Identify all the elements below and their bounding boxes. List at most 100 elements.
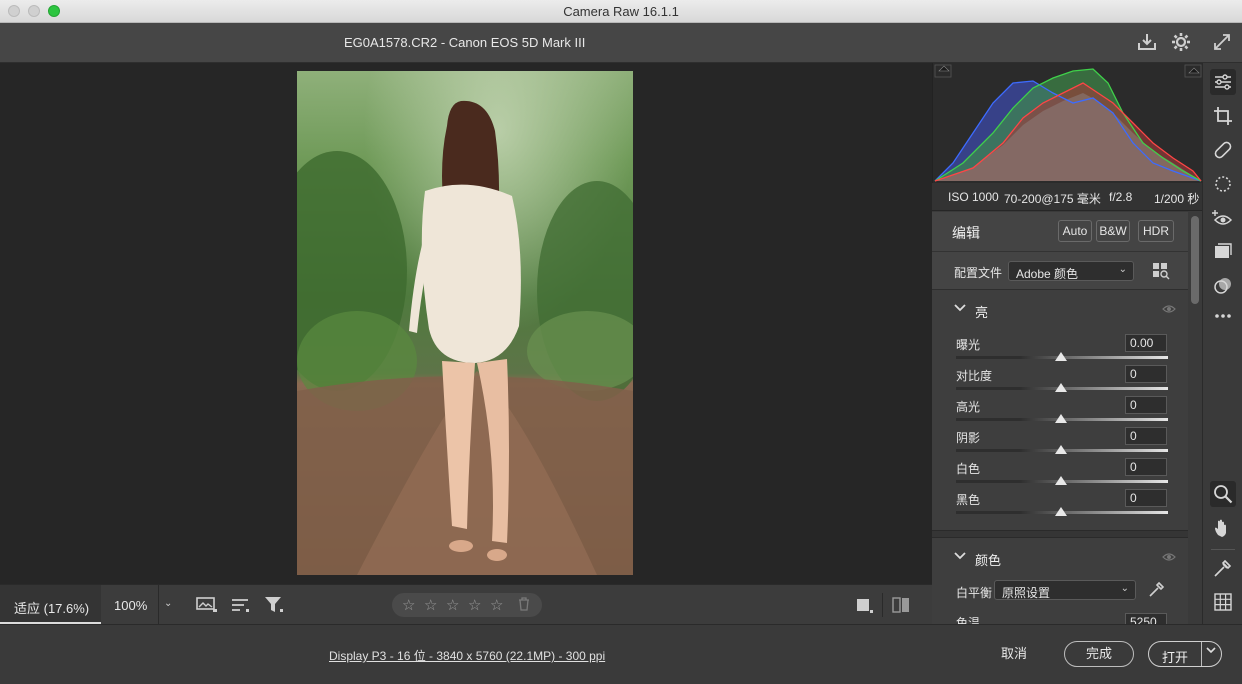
before-after-icon[interactable] xyxy=(892,597,912,616)
window-title: Camera Raw 16.1.1 xyxy=(563,4,679,19)
star-icon[interactable]: ☆ xyxy=(446,596,459,614)
star-icon[interactable]: ☆ xyxy=(402,596,415,614)
zoom-dropdown-button[interactable]: ⌄ xyxy=(158,585,178,624)
profile-row: 配置文件 Adobe 颜色 ⌄ xyxy=(932,252,1188,290)
temperature-label: 色温 xyxy=(956,616,981,624)
grid-overlay-icon[interactable] xyxy=(1210,589,1236,615)
slider-label: 黑色 xyxy=(956,493,981,507)
cancel-button[interactable]: 取消 xyxy=(988,641,1040,667)
sort-icon[interactable] xyxy=(231,597,251,618)
snapshots-icon[interactable] xyxy=(1210,239,1236,265)
toolbar-divider xyxy=(1211,549,1235,550)
open-button[interactable]: 打开 xyxy=(1148,641,1222,667)
zoom-100-button[interactable]: 100% xyxy=(102,585,158,624)
slider-value-input[interactable]: 0 xyxy=(1125,396,1167,414)
slider-thumb[interactable] xyxy=(1055,507,1067,516)
image-canvas[interactable] xyxy=(0,63,932,584)
bw-button[interactable]: B&W xyxy=(1096,220,1130,242)
slider-label: 白色 xyxy=(956,462,981,476)
crop-icon[interactable] xyxy=(1210,103,1236,129)
white-balance-select[interactable]: 原照设置 ⌄ xyxy=(994,580,1136,600)
star-icon[interactable]: ☆ xyxy=(424,596,437,614)
masking-icon[interactable] xyxy=(1210,171,1236,197)
profile-label: 配置文件 xyxy=(954,266,1003,280)
footer-bar: Display P3 - 16 位 - 3840 x 5760 (22.1MP)… xyxy=(0,624,1242,684)
view-toolbar: 适应 (17.6%) 100% ⌄ ☆ ☆ ☆ ☆ ☆ xyxy=(0,584,932,624)
color-sampler-icon[interactable] xyxy=(1210,555,1236,581)
filter-icon[interactable] xyxy=(264,596,284,617)
histogram[interactable] xyxy=(932,63,1202,183)
hand-tool-icon[interactable] xyxy=(1210,515,1236,541)
slider-label: 高光 xyxy=(956,400,981,414)
star-rating[interactable]: ☆ ☆ ☆ ☆ ☆ xyxy=(392,593,542,617)
toolbar-divider xyxy=(882,593,883,617)
slider-thumb[interactable] xyxy=(1055,352,1067,361)
light-section-title: 亮 xyxy=(975,305,989,320)
healing-bandage-icon[interactable] xyxy=(1210,137,1236,163)
slider-value-input[interactable]: 0.00 xyxy=(1125,334,1167,352)
color-section-title: 颜色 xyxy=(975,553,1002,568)
white-balance-label: 白平衡 xyxy=(956,586,993,600)
profile-select-value: Adobe 颜色 xyxy=(1016,267,1079,281)
chevron-down-icon: ⌄ xyxy=(1120,583,1129,594)
slider-row: 对比度 0 xyxy=(932,365,1188,398)
slider-row: 曝光 0.00 xyxy=(932,334,1188,367)
chevron-down-icon[interactable] xyxy=(1205,645,1217,658)
slider-value-input[interactable]: 0 xyxy=(1125,458,1167,476)
fullscreen-expand-icon[interactable] xyxy=(1211,31,1235,55)
presets-icon[interactable] xyxy=(1210,273,1236,299)
star-icon[interactable]: ☆ xyxy=(468,596,481,614)
slider-thumb[interactable] xyxy=(1055,445,1067,454)
panel-scrollbar-thumb[interactable] xyxy=(1191,216,1199,304)
slider-row: 黑色 0 xyxy=(932,489,1188,522)
slider-thumb[interactable] xyxy=(1055,383,1067,392)
slider-value-input[interactable]: 0 xyxy=(1125,489,1167,507)
slider-value-input[interactable]: 0 xyxy=(1125,365,1167,383)
zoom-100-label: 100% xyxy=(114,598,148,613)
workflow-options-link[interactable]: Display P3 - 16 位 - 3840 x 5760 (22.1MP)… xyxy=(329,647,605,664)
visibility-eye-icon[interactable] xyxy=(1162,551,1176,565)
tools-sidebar xyxy=(1202,63,1242,624)
temperature-value[interactable]: 5250 xyxy=(1125,613,1167,624)
settings-gear-icon[interactable] xyxy=(1170,31,1194,55)
zoom-tool-icon[interactable] xyxy=(1210,481,1236,507)
lens-value: 70-200@175 毫米 xyxy=(1004,192,1101,206)
hdr-button[interactable]: HDR xyxy=(1138,220,1174,242)
zoom-fit-button[interactable]: 适应 (17.6%) xyxy=(0,585,101,624)
more-options-icon[interactable] xyxy=(1210,303,1236,329)
section-divider xyxy=(932,530,1188,538)
filmstrip-icon[interactable] xyxy=(196,596,218,617)
slider-thumb[interactable] xyxy=(1055,476,1067,485)
trash-icon[interactable] xyxy=(518,597,530,614)
slider-value-input[interactable]: 0 xyxy=(1125,427,1167,445)
iso-value: ISO 1000 xyxy=(948,190,999,204)
slider-label: 对比度 xyxy=(956,369,993,383)
eyedropper-icon[interactable] xyxy=(1148,580,1166,601)
star-icon[interactable]: ☆ xyxy=(490,596,503,614)
zoom-fit-label: 适应 (17.6%) xyxy=(14,601,90,616)
done-button[interactable]: 完成 xyxy=(1064,641,1134,667)
chevron-down-icon xyxy=(954,550,966,564)
profile-select[interactable]: Adobe 颜色 ⌄ xyxy=(1008,261,1134,281)
light-section-header[interactable]: 亮 xyxy=(932,292,1188,328)
white-balance-value: 原照设置 xyxy=(1002,586,1051,600)
visibility-eye-icon[interactable] xyxy=(1162,303,1176,317)
shutter-value: 1/200 秒 xyxy=(1154,192,1200,206)
file-name-label: EG0A1578.CR2 - Canon EOS 5D Mark III xyxy=(344,35,586,50)
auto-button[interactable]: Auto xyxy=(1058,220,1092,242)
red-eye-icon[interactable] xyxy=(1210,205,1236,231)
chevron-down-icon: ⌄ xyxy=(1118,264,1127,275)
aperture-value: f/2.8 xyxy=(1109,190,1133,204)
window-titlebar: Camera Raw 16.1.1 xyxy=(0,0,1242,23)
photo-preview xyxy=(297,71,633,575)
chevron-down-icon xyxy=(954,302,966,316)
exif-info-bar: ISO 1000 70-200@175 毫米 f/2.8 1/200 秒 xyxy=(932,183,1202,211)
save-image-icon[interactable] xyxy=(1136,31,1160,55)
edit-sliders-icon[interactable] xyxy=(1210,69,1236,95)
chevron-down-icon: ⌄ xyxy=(164,598,173,609)
edit-header: 编辑 Auto B&W HDR xyxy=(932,212,1188,252)
color-section-header[interactable]: 颜色 xyxy=(932,540,1188,576)
profile-browser-icon[interactable] xyxy=(1152,262,1170,283)
single-view-icon[interactable] xyxy=(856,598,874,617)
slider-thumb[interactable] xyxy=(1055,414,1067,423)
